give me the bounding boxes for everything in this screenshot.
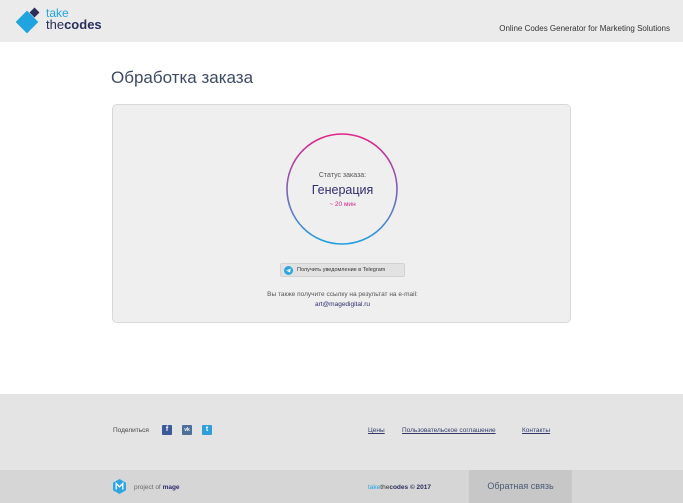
facebook-icon[interactable]: f <box>162 425 172 435</box>
prices-link[interactable]: Цены <box>368 427 385 434</box>
footer-top: Поделиться f vk t Цены Пользовательское … <box>0 394 683 470</box>
email-note: Вы также получите ссылку на результат на… <box>267 291 418 298</box>
footer-bottom: project of mage takethecodes © 2017 Обра… <box>0 470 683 503</box>
share-label: Поделиться <box>113 427 149 434</box>
order-status-card: Статус заказа: Генерация ~ 20 мин Получи… <box>112 104 571 323</box>
copyright: takethecodes © 2017 <box>368 484 432 491</box>
twitter-icon[interactable]: t <box>202 425 212 435</box>
page-title: Обработка заказа <box>111 68 254 87</box>
project-of-mage[interactable]: project of mage <box>134 484 180 491</box>
logo-thecodes: thecodes <box>46 17 102 32</box>
vk-icon[interactable]: vk <box>182 425 192 435</box>
telegram-notify-button[interactable]: Получить уведомление в Telegram <box>280 263 405 277</box>
feedback-button[interactable]: Обратная связь <box>469 470 572 503</box>
status-eta: ~ 20 мин <box>329 201 356 208</box>
tagline: Online Codes Generator for Marketing Sol… <box>499 24 670 33</box>
logo-diamond-icon <box>15 7 40 34</box>
status-value: Генерация <box>311 183 374 197</box>
contacts-link[interactable]: Контакты <box>522 427 550 434</box>
telegram-button-label: Получить уведомление в Telegram <box>297 267 386 273</box>
mage-logo-icon[interactable] <box>112 479 127 494</box>
status-label: Статус заказа: <box>318 172 367 179</box>
terms-link[interactable]: Пользовательское соглашение <box>402 427 496 434</box>
logo-text: take thecodes <box>46 7 102 31</box>
email-address: art@magedigital.ru <box>314 301 370 308</box>
telegram-icon <box>284 266 293 275</box>
logo[interactable]: take thecodes <box>14 5 114 37</box>
header: take thecodes Online Codes Generator for… <box>0 0 683 42</box>
